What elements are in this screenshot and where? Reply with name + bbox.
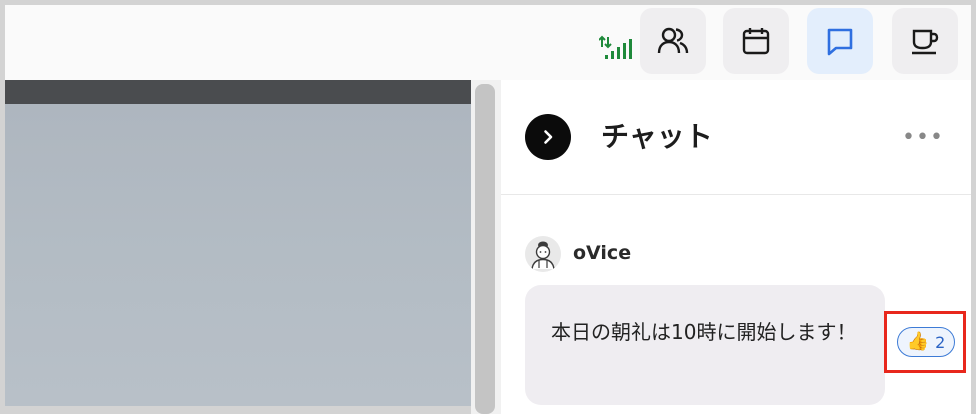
scrollbar-thumb[interactable] — [475, 84, 495, 414]
more-horizontal-icon: ••• — [902, 124, 944, 150]
thumbs-up-icon: 👍 — [906, 331, 930, 352]
top-toolbar — [5, 5, 971, 80]
chat-panel: チャット ••• oVice 本日の朝礼は10時に開始します！ 👍 2 — [501, 80, 971, 414]
more-options-button[interactable]: ••• — [902, 123, 944, 151]
message-text: 本日の朝礼は10時に開始します！ — [551, 320, 857, 344]
people-icon — [657, 27, 689, 54]
thumbs-up-reaction-button[interactable]: 👍 2 — [897, 327, 955, 357]
chat-icon — [827, 28, 853, 56]
chat-header: チャット ••• — [501, 80, 971, 195]
signal-strength-icon — [599, 35, 632, 59]
chevron-right-icon — [544, 130, 553, 144]
avatar[interactable] — [525, 236, 561, 272]
coffee-icon — [912, 29, 939, 55]
calendar-button[interactable] — [723, 8, 789, 74]
message-bubble[interactable]: 本日の朝礼は10時に開始します！ — [525, 285, 885, 405]
reaction-count: 2 — [935, 332, 946, 352]
app-frame: チャット ••• oVice 本日の朝礼は10時に開始します！ 👍 2 — [0, 0, 976, 414]
collapse-chat-button[interactable] — [525, 114, 571, 160]
avatar-icon — [525, 236, 561, 272]
video-area — [5, 104, 471, 406]
sender-name: oVice — [573, 242, 632, 264]
chat-button[interactable] — [807, 8, 873, 74]
coffee-break-button[interactable] — [892, 8, 958, 74]
people-button[interactable] — [640, 8, 706, 74]
video-header-bar — [5, 80, 471, 104]
chat-title: チャット — [601, 120, 713, 153]
calendar-icon — [742, 28, 770, 55]
